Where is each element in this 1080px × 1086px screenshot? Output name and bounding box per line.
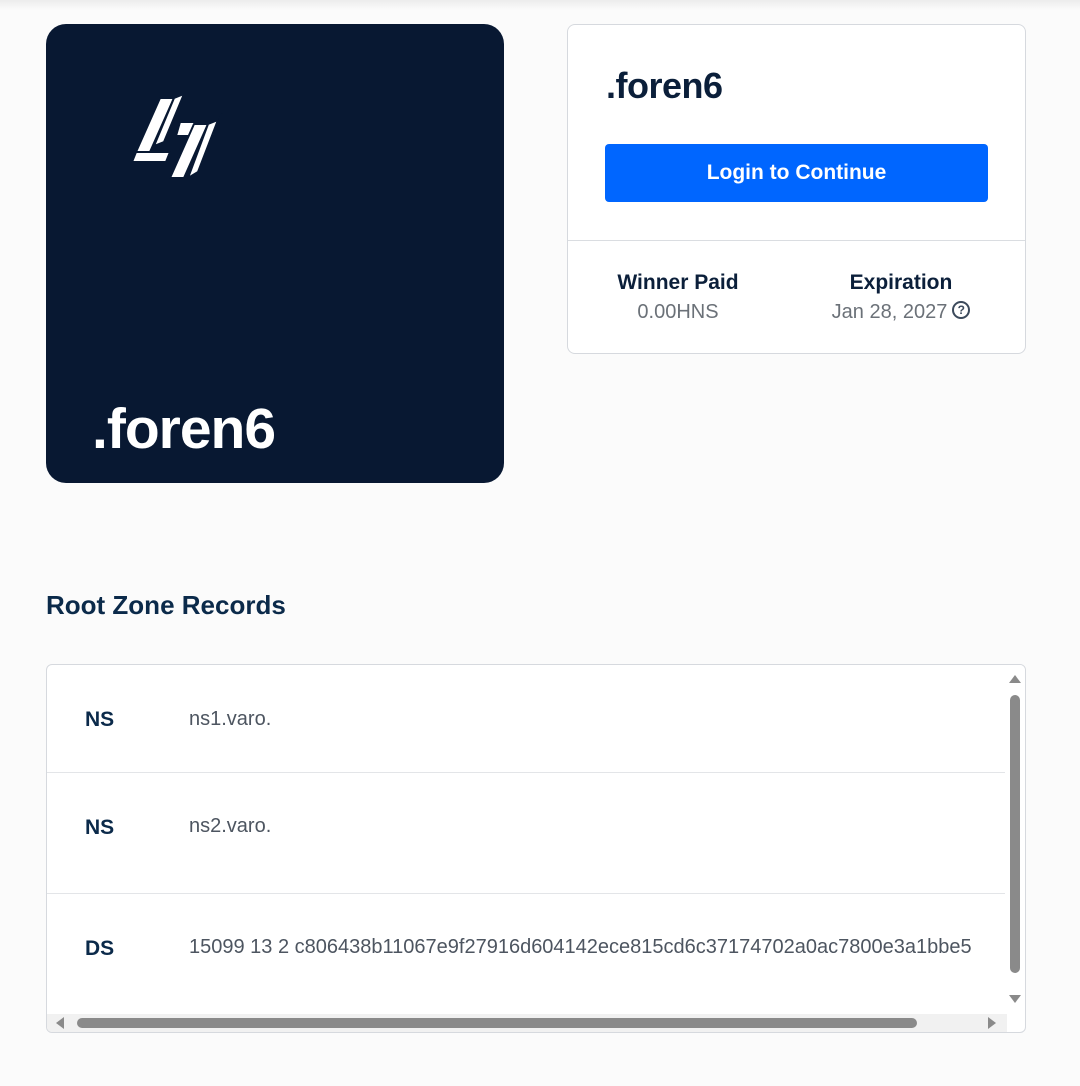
record-type: DS (85, 937, 115, 960)
vertical-scroll-thumb[interactable] (1010, 695, 1020, 973)
record-type: NS (85, 708, 115, 731)
record-row: DS 15099 13 2 c806438b11067e9f27916d6041… (47, 894, 1007, 1014)
record-row: NS ns2.varo. (47, 773, 1007, 894)
expiration-stat: Expiration Jan 28, 2027 ? (821, 271, 981, 324)
record-value: ns1.varo. (189, 708, 272, 730)
scroll-right-arrow-icon[interactable] (988, 1017, 996, 1029)
winner-paid-value: 0.00HNS (608, 301, 748, 324)
root-zone-records-table: NS ns1.varo. NS ns2.varo. DS 15099 13 2 … (46, 664, 1026, 1033)
record-type: NS (85, 816, 115, 839)
login-to-continue-button[interactable]: Login to Continue (605, 144, 988, 202)
winner-paid-amount: 0.00HNS (637, 301, 719, 323)
horizontal-scroll-thumb[interactable] (77, 1018, 917, 1028)
auction-panel: .foren6 Login to Continue Winner Paid 0.… (567, 24, 1026, 354)
expiration-date: Jan 28, 2027 (831, 301, 948, 323)
name-card: .foren6 (46, 24, 504, 483)
expiration-label: Expiration (849, 271, 953, 294)
domain-name-large: .foren6 (92, 397, 276, 461)
record-value: ns2.varo. (189, 815, 272, 837)
handshake-logo-icon (131, 93, 223, 179)
scroll-down-arrow-icon[interactable] (1009, 995, 1021, 1003)
expiration-value: Jan 28, 2027 ? (821, 300, 981, 324)
vertical-scrollbar[interactable] (1005, 665, 1025, 1015)
root-zone-records-heading: Root Zone Records (46, 590, 286, 620)
question-circle-icon[interactable]: ? (952, 300, 971, 319)
record-row: NS ns1.varo. (47, 665, 1007, 773)
scroll-up-arrow-icon[interactable] (1009, 675, 1021, 683)
panel-title: .foren6 (606, 65, 723, 106)
records-viewport[interactable]: NS ns1.varo. NS ns2.varo. DS 15099 13 2 … (47, 665, 1007, 1015)
winner-paid-label: Winner Paid (617, 271, 739, 294)
scroll-left-arrow-icon[interactable] (56, 1017, 64, 1029)
winner-paid-stat: Winner Paid 0.00HNS (608, 271, 748, 324)
panel-divider (568, 240, 1025, 241)
record-value: 15099 13 2 c806438b11067e9f27916d604142e… (189, 936, 972, 958)
top-shadow (0, 0, 1080, 10)
horizontal-scrollbar[interactable] (47, 1014, 1007, 1032)
